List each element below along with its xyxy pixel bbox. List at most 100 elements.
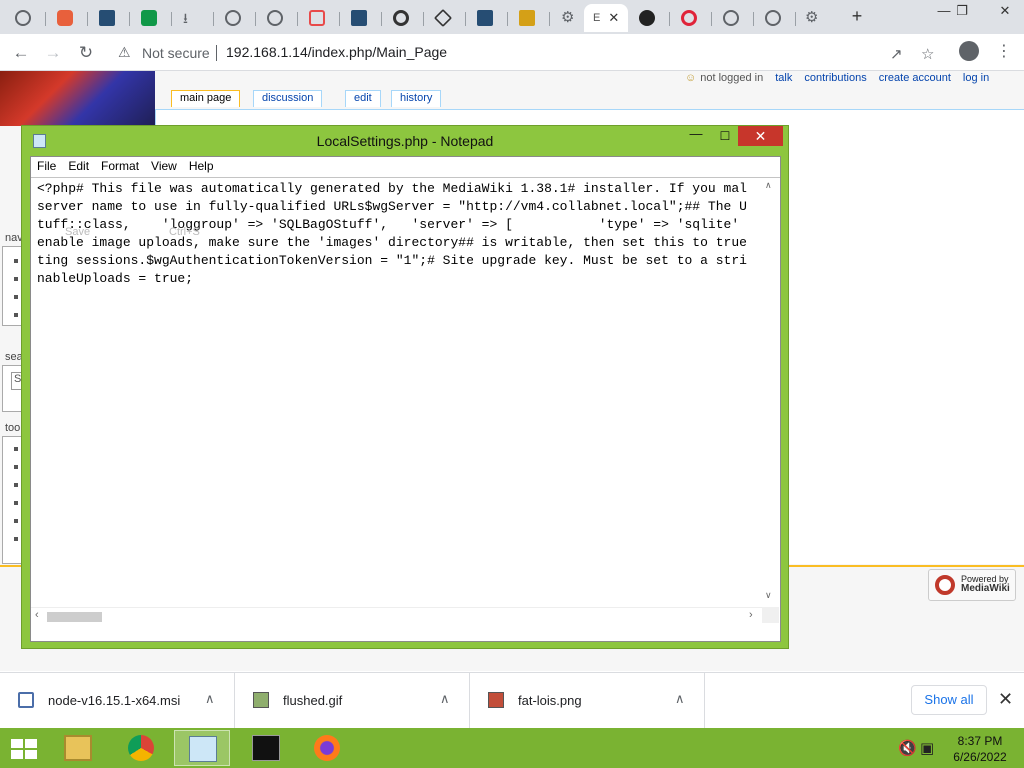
restore-window-button[interactable]: ❐ <box>947 2 977 22</box>
back-arrow-icon[interactable]: ← <box>10 42 32 64</box>
horizontal-scrollbar[interactable]: ‹ › <box>31 607 762 623</box>
globe-icon <box>15 10 31 26</box>
download-filename: fat-lois.png <box>518 693 582 708</box>
notepad-text-area[interactable]: <?php# This file was automatically gener… <box>31 177 780 623</box>
folder-icon <box>519 10 535 26</box>
image-icon <box>253 692 269 708</box>
talk-link[interactable]: talk <box>775 72 792 84</box>
powered-by-mediawiki-badge[interactable]: Powered by MediaWiki <box>928 569 1016 601</box>
browser-tab[interactable] <box>48 4 88 32</box>
browser-tab[interactable] <box>258 4 298 32</box>
mediawiki-text: MediaWiki <box>961 583 1010 594</box>
kebab-menu-icon[interactable]: ⋮ <box>996 41 1012 61</box>
text-line: tuff::class, 'loggroup' => 'SQLBagOStuff… <box>37 217 740 232</box>
wiki-logo[interactable] <box>0 71 155 126</box>
menu-format[interactable]: Format <box>95 157 145 177</box>
text-line: server name to use in fully-qualified UR… <box>37 199 747 214</box>
scroll-thumb[interactable] <box>47 612 102 622</box>
globe-icon <box>267 10 283 26</box>
not-secure-label[interactable]: Not secure <box>142 45 210 61</box>
tab-history[interactable]: history <box>391 90 442 107</box>
browser-tab[interactable] <box>468 4 508 32</box>
tab-close-icon[interactable]: ✕ <box>608 10 619 26</box>
new-tab-button[interactable]: + <box>847 6 867 26</box>
gear-icon: ⚙ <box>805 9 819 26</box>
taskbar-chrome[interactable] <box>114 730 170 766</box>
browser-tab[interactable] <box>510 4 550 32</box>
reload-icon[interactable]: ↻ <box>75 42 97 64</box>
address-bar[interactable]: ⚠ Not secure 192.168.1.14/index.php/Main… <box>108 39 958 66</box>
speaker-muted-icon[interactable]: 🔇 <box>898 739 917 757</box>
browser-tab[interactable] <box>384 4 424 32</box>
create-account-link[interactable]: create account <box>879 72 951 84</box>
navigation-portlet <box>2 246 22 326</box>
tab-main-page[interactable]: main page <box>171 90 241 107</box>
chevron-up-icon[interactable]: ∧ <box>675 691 685 707</box>
contributions-link[interactable]: contributions <box>804 72 866 84</box>
browser-tab[interactable]: ⭳ <box>174 4 214 32</box>
wiki-icon <box>639 10 655 26</box>
tab-edit[interactable]: edit <box>345 90 381 107</box>
vertical-scrollbar[interactable]: ∧ ∨ <box>762 178 779 606</box>
profile-avatar-icon[interactable] <box>959 41 979 61</box>
chevron-up-icon[interactable]: ∧ <box>440 691 450 707</box>
menu-help[interactable]: Help <box>183 157 220 177</box>
log-in-link[interactable]: log in <box>963 72 989 84</box>
notepad-minimize-button[interactable]: — <box>682 126 710 146</box>
notepad-maximize-button[interactable]: ☐ <box>712 126 738 146</box>
url-text[interactable]: 192.168.1.14/index.php/Main_Page <box>226 44 447 60</box>
forward-arrow-icon[interactable]: → <box>42 42 64 64</box>
menu-edit[interactable]: Edit <box>62 157 95 177</box>
menu-file[interactable]: File <box>31 157 62 177</box>
search-portlet: S <box>2 365 25 412</box>
download-item[interactable]: flushed.gif ∧ <box>235 673 470 729</box>
browser-tab[interactable] <box>756 4 796 32</box>
browser-tab[interactable] <box>426 4 466 32</box>
text-line: ting sessions.$wgAuthenticationTokenVers… <box>37 253 747 268</box>
show-all-button[interactable]: Show all <box>911 685 987 715</box>
browser-tab[interactable] <box>300 4 340 32</box>
text-content[interactable]: <?php# This file was automatically gener… <box>37 180 759 600</box>
browser-tab[interactable] <box>672 4 712 32</box>
browser-tab[interactable]: ⚙ <box>796 4 836 32</box>
globe-icon <box>765 10 781 26</box>
windows-start-icon[interactable] <box>10 738 38 760</box>
ring-icon <box>393 10 409 26</box>
scroll-right-icon[interactable]: › <box>749 609 753 621</box>
network-icon[interactable]: ▣ <box>920 739 934 757</box>
warning-triangle-icon[interactable]: ⚠ <box>118 44 134 60</box>
notepad-title-bar[interactable]: LocalSettings.php - Notepad — ☐ ✕ <box>22 126 788 156</box>
browser-tab[interactable] <box>90 4 130 32</box>
browser-tab-active[interactable]: E ✕ <box>584 4 628 32</box>
clock-time[interactable]: 8:37 PM <box>950 734 1010 748</box>
clock-date[interactable]: 6/26/2022 <box>950 750 1010 764</box>
notepad-close-button[interactable]: ✕ <box>738 126 783 146</box>
close-window-button[interactable]: ✕ <box>990 2 1020 22</box>
bookmark-star-icon[interactable]: ☆ <box>921 45 934 63</box>
taskbar-file-explorer[interactable] <box>50 730 106 766</box>
download-item[interactable]: fat-lois.png ∧ <box>470 673 705 729</box>
menu-view[interactable]: View <box>145 157 183 177</box>
browser-tab[interactable] <box>342 4 382 32</box>
browser-tab[interactable] <box>132 4 172 32</box>
browser-tab[interactable] <box>216 4 256 32</box>
divider <box>216 45 217 61</box>
browser-tab-strip: ⭳ ⚙ E ✕ ⚙ + — ❐ ✕ <box>0 0 1024 34</box>
size-grip[interactable] <box>762 607 779 623</box>
sqlite-icon <box>351 10 367 26</box>
taskbar-notepad[interactable] <box>174 730 230 766</box>
tab-discussion[interactable]: discussion <box>253 90 323 107</box>
scroll-left-icon[interactable]: ‹ <box>35 609 39 621</box>
download-shelf: node-v16.15.1-x64.msi ∧ flushed.gif ∧ fa… <box>0 672 1024 729</box>
browser-tab[interactable] <box>6 4 46 32</box>
close-icon[interactable]: ✕ <box>998 689 1013 710</box>
download-item[interactable]: node-v16.15.1-x64.msi ∧ <box>0 673 235 729</box>
scroll-down-icon[interactable]: ∨ <box>765 590 772 601</box>
taskbar-command-prompt[interactable] <box>238 730 294 766</box>
browser-tab[interactable] <box>714 4 754 32</box>
scroll-up-icon[interactable]: ∧ <box>765 180 772 191</box>
taskbar-firefox[interactable] <box>300 730 356 766</box>
browser-tab[interactable] <box>630 4 670 32</box>
chevron-up-icon[interactable]: ∧ <box>205 691 215 707</box>
share-icon[interactable]: ↗ <box>890 45 903 63</box>
